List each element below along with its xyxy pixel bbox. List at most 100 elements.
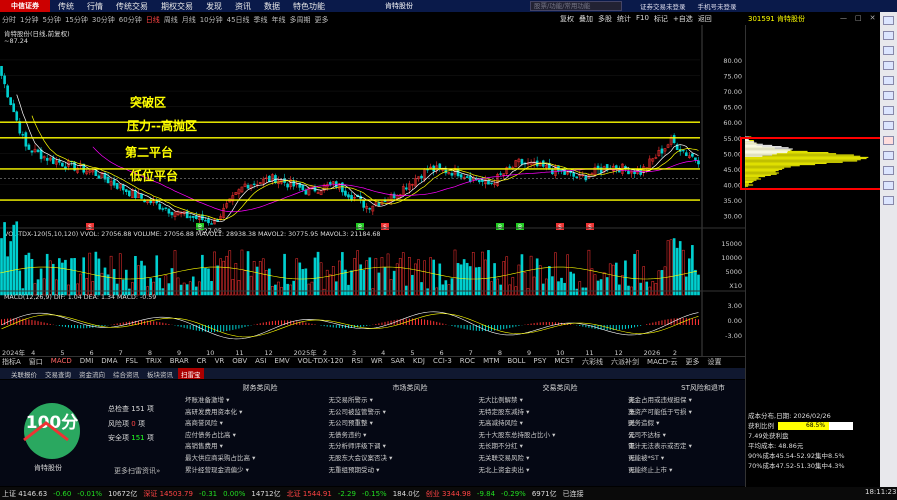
menu-item-3[interactable]: 期权交易 [161, 1, 193, 12]
trade-login-link[interactable]: 证券交易未登录 [640, 1, 686, 11]
period-11[interactable]: 季线 [254, 15, 268, 25]
indicator-tab-21[interactable]: BOLL [507, 357, 525, 367]
risk-item[interactable]: 重组预期受动 ▾ 无 [335, 465, 485, 477]
menu-item-7[interactable]: 特色功能 [293, 1, 325, 12]
period-3[interactable]: 15分钟 [65, 15, 88, 25]
risk-item[interactable]: 高销售费用 ▾ 无 [185, 441, 335, 453]
info-tab-0[interactable]: 关联报价 [8, 368, 40, 379]
menu-item-2[interactable]: 传统交易 [116, 1, 148, 12]
risk-item[interactable]: 高减持风险 ▾ 无 [485, 418, 635, 430]
risk-item[interactable]: 北上资金卖出 ▾ 无 [485, 465, 635, 477]
chat-icon[interactable] [883, 166, 894, 175]
kline-chart[interactable]: 80.0075.0070.0065.0060.0055.0050.0045.00… [0, 25, 745, 356]
hand-icon[interactable] [883, 16, 894, 25]
toolbar-item-6[interactable]: +自选 [673, 14, 693, 24]
maximize-icon[interactable]: □ [855, 14, 862, 22]
indicator-tab-12[interactable]: EMV [274, 357, 289, 367]
period-5[interactable]: 60分钟 [119, 15, 142, 25]
indicator-tab-18[interactable]: CCI-3 [433, 357, 452, 367]
indicator-tab-13[interactable]: VOL-TDX-120 [298, 357, 344, 367]
risk-item[interactable]: 累计经营现金流偏少 ▾ 无 [185, 465, 335, 477]
risk-item[interactable]: 长期不分红 ▾ 无 [485, 441, 635, 453]
period-8[interactable]: 月线 [182, 15, 196, 25]
menu-item-4[interactable]: 发现 [206, 1, 222, 12]
settings-icon[interactable] [883, 151, 894, 160]
indicator-tab-26[interactable]: MACD-云 [647, 357, 678, 367]
period-9[interactable]: 10分钟 [200, 15, 223, 25]
indicator-tab-8[interactable]: CR [197, 357, 207, 367]
period-7[interactable]: 周线 [164, 15, 178, 25]
search-input[interactable]: 股票/功能/常用功能 [530, 1, 622, 11]
indicator-tab-10[interactable]: OBV [232, 357, 247, 367]
indicator-tab-7[interactable]: BRAR [170, 357, 189, 367]
close-icon[interactable]: ✕ [870, 14, 876, 22]
risk-item[interactable]: 股东大会议案否决 ▾ 无 [335, 453, 485, 465]
indicator-tab-4[interactable]: DMA [101, 357, 117, 367]
indicator-tab-2[interactable]: MACD [51, 357, 72, 367]
tool-icon[interactable] [883, 196, 894, 205]
period-6[interactable]: 日线 [146, 15, 160, 25]
rank-icon[interactable] [883, 121, 894, 130]
indicator-tab-5[interactable]: FSL [126, 357, 138, 367]
indicator-tab-1[interactable]: 窗口 [29, 357, 43, 367]
toolbar-item-0[interactable]: 复权 [560, 14, 574, 24]
indicator-tab-0[interactable]: 指标A [2, 357, 21, 367]
indicator-tab-14[interactable]: RSI [352, 357, 363, 367]
period-1[interactable]: 1分钟 [20, 15, 38, 25]
period-13[interactable]: 多周期 [290, 15, 311, 25]
news-icon[interactable] [883, 91, 894, 100]
kline-icon[interactable] [883, 46, 894, 55]
toolbar-item-7[interactable]: 返回 [698, 14, 712, 24]
info-tab-3[interactable]: 综合资讯 [110, 368, 142, 379]
risk-item[interactable]: 坏账准备激增 ▾ 无 [185, 395, 335, 407]
period-10[interactable]: 45日线 [227, 15, 250, 25]
risk-item[interactable]: 十大股东总持股占比小 ▾ 无 [485, 430, 635, 442]
indicator-tab-11[interactable]: ASI [255, 357, 266, 367]
indicator-tab-24[interactable]: 六彩线 [582, 357, 603, 367]
risk-item[interactable]: 特定股东减持 ▾ 无 [485, 407, 635, 419]
period-0[interactable]: 分时 [2, 15, 16, 25]
toolbar-item-3[interactable]: 统计 [617, 14, 631, 24]
info-tab-1[interactable]: 交易查询 [42, 368, 74, 379]
chart-icon[interactable] [883, 76, 894, 85]
more-risk-link[interactable]: 更多扫雷资讯» [114, 466, 160, 476]
star-icon[interactable] [883, 136, 894, 145]
risk-item[interactable]: 公司被监管警示 ▾ 无 [335, 407, 485, 419]
indicator-tab-22[interactable]: PSY [533, 357, 546, 367]
menu-item-5[interactable]: 资讯 [235, 1, 251, 12]
risk-item[interactable]: 债务违约 ▾ 无 [335, 430, 485, 442]
period-14[interactable]: 更多 [315, 15, 329, 25]
phone-login-link[interactable]: 手机号未登录 [698, 1, 737, 11]
toolbar-item-4[interactable]: F10 [636, 14, 649, 24]
list-icon[interactable] [883, 61, 894, 70]
risk-item[interactable]: 分析师评级下调 ▾ 无 [335, 441, 485, 453]
toolbar-item-1[interactable]: 叠加 [579, 14, 593, 24]
info-tab-2[interactable]: 资金流向 [76, 368, 108, 379]
period-12[interactable]: 年线 [272, 15, 286, 25]
period-2[interactable]: 5分钟 [42, 15, 60, 25]
indicator-tab-19[interactable]: ROC [460, 357, 475, 367]
risk-item[interactable]: 关联交易风险 ▾ 无 [485, 453, 635, 465]
grid-icon[interactable] [883, 31, 894, 40]
indicator-tab-15[interactable]: WR [371, 357, 383, 367]
indicator-tab-27[interactable]: 更多 [686, 357, 700, 367]
minimize-icon[interactable]: — [840, 14, 847, 22]
menu-item-1[interactable]: 行情 [87, 1, 103, 12]
indicator-tab-3[interactable]: DMI [80, 357, 94, 367]
risk-item[interactable]: 高研发费用资本化 ▾ 无 [185, 407, 335, 419]
toolbar-item-2[interactable]: 多股 [598, 14, 612, 24]
risk-item[interactable]: 最大供应商采购占比高 ▾ 无 [185, 453, 335, 465]
indicator-tab-23[interactable]: MCST [554, 357, 574, 367]
toolbar-item-5[interactable]: 标记 [654, 14, 668, 24]
risk-item[interactable]: 高商誉风险 ▾ 无 [185, 418, 335, 430]
indicator-tab-25[interactable]: 六派补剑 [611, 357, 639, 367]
period-4[interactable]: 30分钟 [92, 15, 115, 25]
risk-item[interactable]: 大比例解禁 ▾ 无 [485, 395, 635, 407]
info-tab-4[interactable]: 板块资讯 [144, 368, 176, 379]
book-icon[interactable] [883, 181, 894, 190]
info-tab-5[interactable]: 扫雷宝 [178, 368, 204, 379]
indicator-tab-28[interactable]: 设置 [708, 357, 722, 367]
risk-item[interactable]: 公司预重整 ▾ 无 [335, 418, 485, 430]
indicator-tab-16[interactable]: SAR [391, 357, 405, 367]
menu-item-6[interactable]: 数据 [264, 1, 280, 12]
